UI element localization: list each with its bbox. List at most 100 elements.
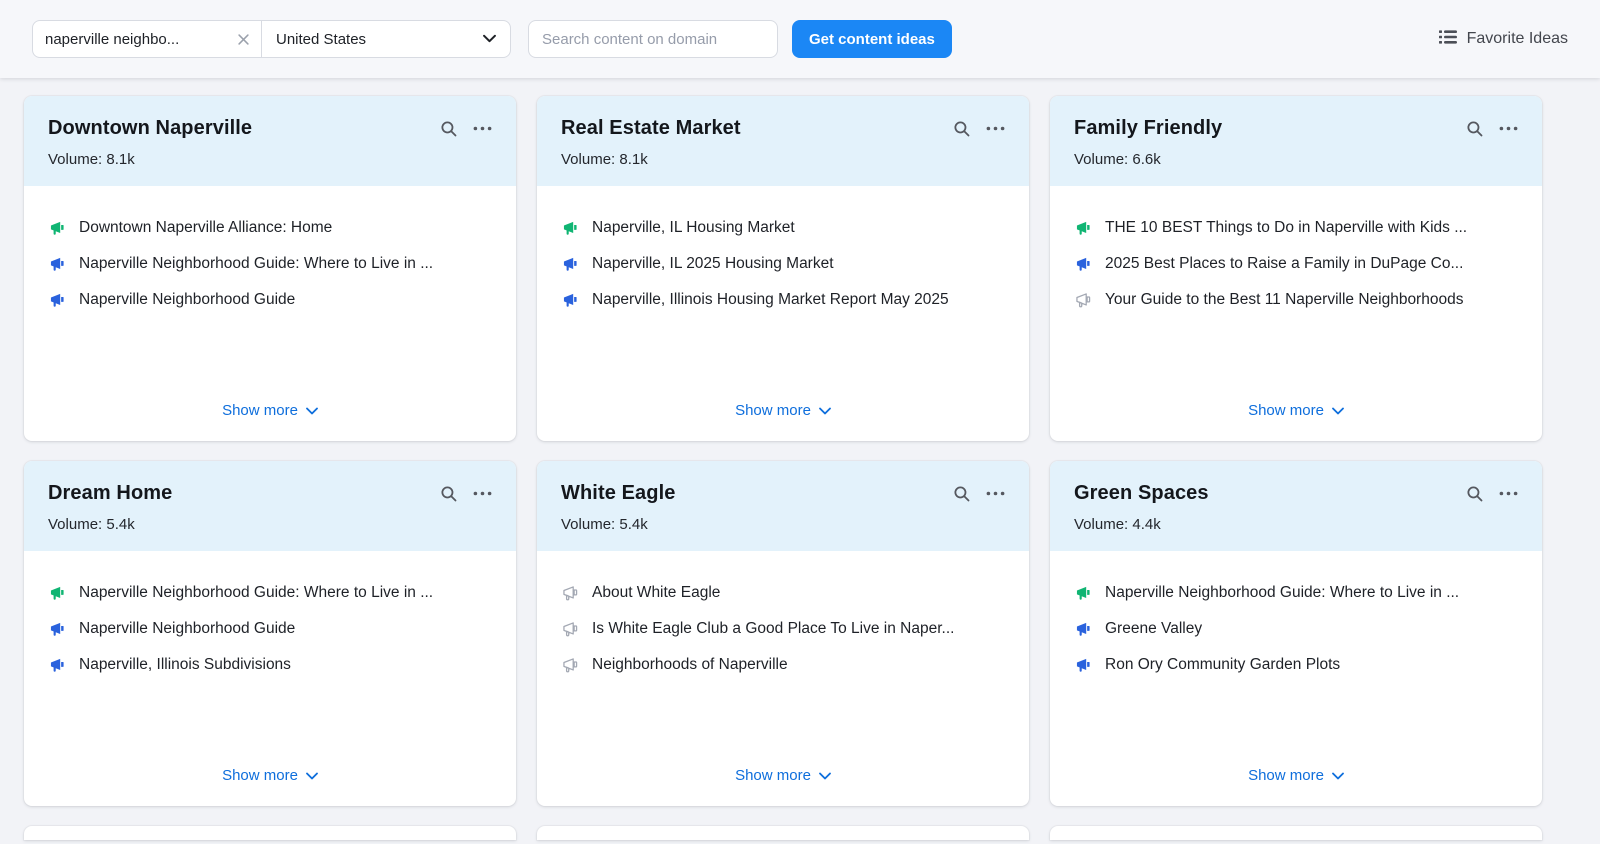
megaphone-icon <box>561 657 579 674</box>
topic-card-dream-home: Dream Home Volume: 5.4k Naperville Neigh… <box>24 461 516 806</box>
more-options-icon[interactable] <box>473 126 492 131</box>
headline-item[interactable]: Naperville, IL 2025 Housing Market <box>561 246 1005 282</box>
topic-card-family-friendly: Family Friendly Volume: 6.6k THE 10 BEST… <box>1050 96 1542 441</box>
card-title: White Eagle <box>561 482 675 505</box>
headline-item[interactable]: THE 10 BEST Things to Do in Naperville w… <box>1074 210 1518 246</box>
headline-text: Naperville Neighborhood Guide: Where to … <box>1105 584 1459 602</box>
topic-cards-grid: Downtown Naperville Volume: 8.1k Downtow… <box>0 78 1600 806</box>
headline-text: 2025 Best Places to Raise a Family in Du… <box>1105 255 1463 273</box>
card-body: Naperville Neighborhood Guide: Where to … <box>24 551 516 806</box>
domain-search-input[interactable] <box>528 20 778 58</box>
favorite-ideas-label: Favorite Ideas <box>1467 30 1568 48</box>
headline-item[interactable]: Naperville, Illinois Housing Market Repo… <box>561 282 1005 318</box>
show-more-button[interactable]: Show more <box>735 388 831 419</box>
headline-item[interactable]: Neighborhoods of Naperville <box>561 647 1005 683</box>
favorite-ideas-button[interactable]: Favorite Ideas <box>1439 30 1568 49</box>
next-row-cards-cutoff <box>0 806 1600 840</box>
topic-card-partial <box>537 826 1029 840</box>
volume-label: Volume: 8.1k <box>561 151 1005 168</box>
search-query-input[interactable]: naperville neighbo... <box>33 21 261 57</box>
show-more-button[interactable]: Show more <box>735 753 831 784</box>
chevron-down-icon <box>306 402 318 419</box>
show-more-label: Show more <box>1248 767 1324 784</box>
show-more-label: Show more <box>222 767 298 784</box>
card-header: Real Estate Market Volume: 8.1k <box>537 96 1029 186</box>
country-select-value: United States <box>276 31 366 48</box>
card-title: Downtown Naperville <box>48 117 252 140</box>
card-body: Downtown Naperville Alliance: Home Naper… <box>24 186 516 441</box>
card-header: White Eagle Volume: 5.4k <box>537 461 1029 551</box>
headline-text: Naperville, IL Housing Market <box>592 219 795 237</box>
country-select[interactable]: United States <box>262 21 510 57</box>
headline-item[interactable]: Naperville Neighborhood Guide <box>48 611 492 647</box>
headline-item[interactable]: 2025 Best Places to Raise a Family in Du… <box>1074 246 1518 282</box>
megaphone-icon <box>1074 657 1092 674</box>
megaphone-icon <box>48 585 66 602</box>
megaphone-icon <box>561 621 579 638</box>
topbar: naperville neighbo... United States Get … <box>0 0 1600 78</box>
megaphone-icon <box>561 256 579 273</box>
card-body: Naperville, IL Housing Market Naperville… <box>537 186 1029 441</box>
card-header: Green Spaces Volume: 4.4k <box>1050 461 1542 551</box>
headline-item[interactable]: Your Guide to the Best 11 Naperville Nei… <box>1074 282 1518 318</box>
search-icon[interactable] <box>440 120 458 138</box>
headline-item[interactable]: Naperville, Illinois Subdivisions <box>48 647 492 683</box>
more-options-icon[interactable] <box>1499 491 1518 496</box>
megaphone-icon <box>48 621 66 638</box>
list-icon <box>1439 30 1457 49</box>
card-header: Family Friendly Volume: 6.6k <box>1050 96 1542 186</box>
headline-text: Naperville Neighborhood Guide <box>79 291 295 309</box>
search-icon[interactable] <box>1466 120 1484 138</box>
headline-text: Naperville Neighborhood Guide: Where to … <box>79 584 433 602</box>
show-more-button[interactable]: Show more <box>222 388 318 419</box>
headline-item[interactable]: Naperville Neighborhood Guide <box>48 282 492 318</box>
headline-item[interactable]: Naperville Neighborhood Guide: Where to … <box>48 575 492 611</box>
headline-text: Downtown Naperville Alliance: Home <box>79 219 332 237</box>
headline-item[interactable]: Greene Valley <box>1074 611 1518 647</box>
topic-card-partial <box>24 826 516 840</box>
show-more-button[interactable]: Show more <box>222 753 318 784</box>
show-more-label: Show more <box>1248 402 1324 419</box>
search-icon[interactable] <box>953 120 971 138</box>
show-more-label: Show more <box>735 767 811 784</box>
megaphone-icon <box>561 292 579 309</box>
chevron-down-icon <box>819 767 831 784</box>
headline-item[interactable]: Is White Eagle Club a Good Place To Live… <box>561 611 1005 647</box>
more-options-icon[interactable] <box>473 491 492 496</box>
clear-query-icon[interactable] <box>238 34 249 45</box>
megaphone-icon <box>48 657 66 674</box>
headline-item[interactable]: About White Eagle <box>561 575 1005 611</box>
chevron-down-icon <box>306 767 318 784</box>
megaphone-icon <box>561 220 579 237</box>
megaphone-icon <box>1074 585 1092 602</box>
megaphone-icon <box>48 292 66 309</box>
search-icon[interactable] <box>440 485 458 503</box>
show-more-button[interactable]: Show more <box>1248 388 1344 419</box>
card-body: Naperville Neighborhood Guide: Where to … <box>1050 551 1542 806</box>
topic-card-white-eagle: White Eagle Volume: 5.4k About White Eag… <box>537 461 1029 806</box>
more-options-icon[interactable] <box>1499 126 1518 131</box>
more-options-icon[interactable] <box>986 491 1005 496</box>
search-icon[interactable] <box>1466 485 1484 503</box>
headline-item[interactable]: Naperville Neighborhood Guide: Where to … <box>1074 575 1518 611</box>
headline-item[interactable]: Downtown Naperville Alliance: Home <box>48 210 492 246</box>
card-title: Family Friendly <box>1074 117 1222 140</box>
headline-text: Naperville Neighborhood Guide <box>79 620 295 638</box>
headline-item[interactable]: Naperville Neighborhood Guide: Where to … <box>48 246 492 282</box>
headline-text: Your Guide to the Best 11 Naperville Nei… <box>1105 291 1463 309</box>
topic-card-real-estate-market: Real Estate Market Volume: 8.1k Napervil… <box>537 96 1029 441</box>
headline-item[interactable]: Naperville, IL Housing Market <box>561 210 1005 246</box>
search-query-value: naperville neighbo... <box>45 31 228 48</box>
headline-text: Is White Eagle Club a Good Place To Live… <box>592 620 954 638</box>
headline-text: Neighborhoods of Naperville <box>592 656 788 674</box>
headline-text: Naperville, IL 2025 Housing Market <box>592 255 834 273</box>
megaphone-icon <box>48 256 66 273</box>
card-header: Downtown Naperville Volume: 8.1k <box>24 96 516 186</box>
search-icon[interactable] <box>953 485 971 503</box>
headline-item[interactable]: Ron Ory Community Garden Plots <box>1074 647 1518 683</box>
headline-text: Greene Valley <box>1105 620 1202 638</box>
chevron-down-icon <box>819 402 831 419</box>
get-content-ideas-button[interactable]: Get content ideas <box>792 20 952 58</box>
show-more-button[interactable]: Show more <box>1248 753 1344 784</box>
more-options-icon[interactable] <box>986 126 1005 131</box>
